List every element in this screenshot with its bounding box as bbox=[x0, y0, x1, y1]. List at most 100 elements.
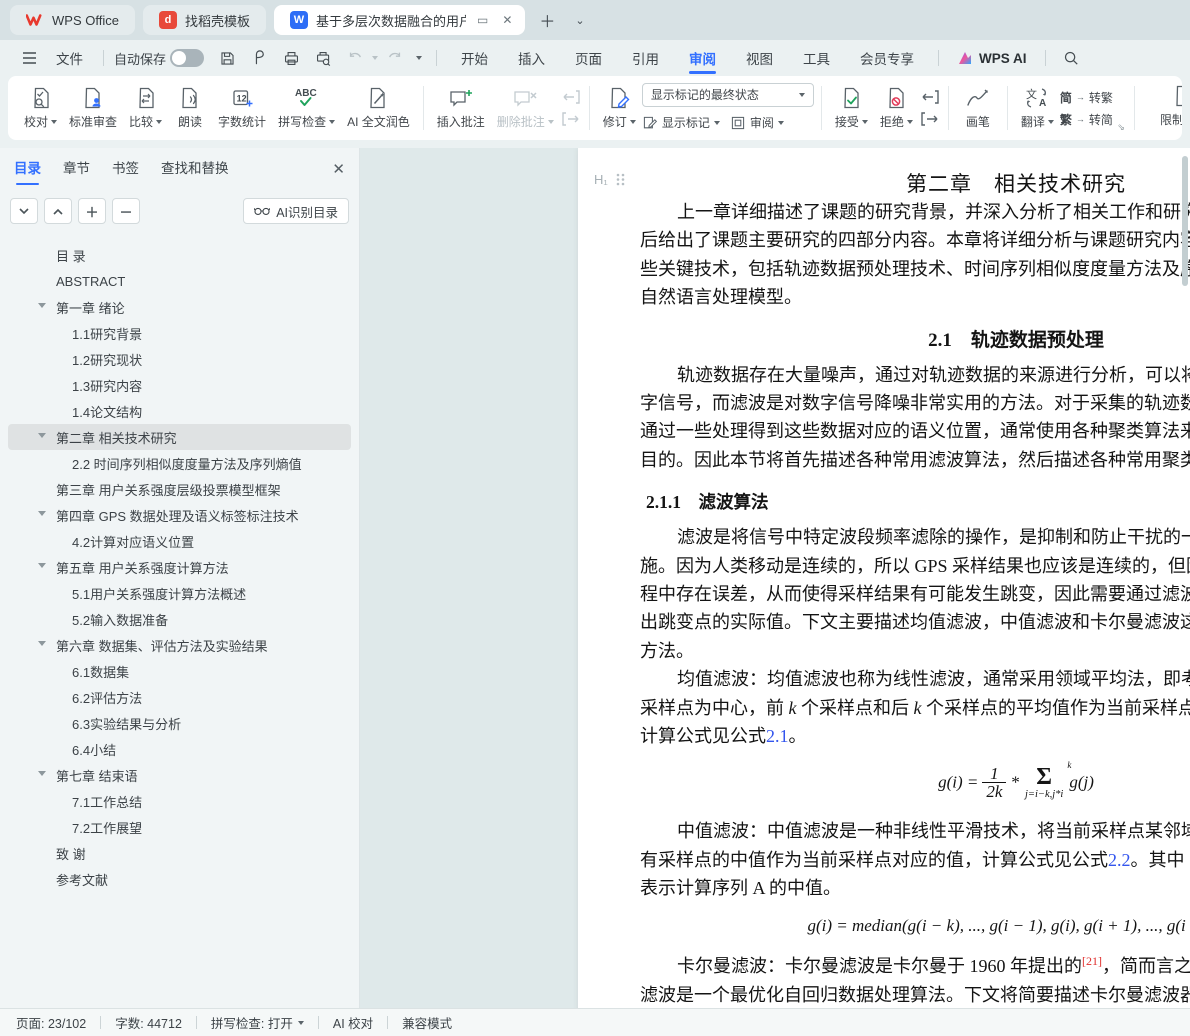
section-heading[interactable]: 2.1 轨迹数据预处理 bbox=[640, 325, 1190, 352]
restrict-editing-button[interactable]: 限制编辑 bbox=[1154, 82, 1182, 130]
toc-item[interactable]: 4.2计算对应语义位置 bbox=[8, 528, 351, 554]
menu-tab-review[interactable]: 审阅 bbox=[675, 43, 730, 73]
simplified-to-traditional-button[interactable]: 简→ 转繁 bbox=[1060, 89, 1113, 106]
tab-list-chevron-icon[interactable]: ⌄ bbox=[569, 14, 590, 27]
sidebar-tab-toc[interactable]: 目录 bbox=[14, 157, 41, 181]
toc-item[interactable]: 目 录 bbox=[8, 242, 351, 268]
search-icon[interactable] bbox=[1058, 46, 1084, 70]
document-text-line[interactable]: 采样点为中心，前 k 个采样点和后 k 个采样点的平均值作为当前采样点对 bbox=[640, 694, 1190, 722]
review-pane-button[interactable]: 审阅 bbox=[730, 112, 784, 134]
formula-reference-link[interactable]: 2.1 bbox=[766, 726, 789, 746]
toc-item[interactable]: 2.2 时间序列相似度度量方法及序列熵值 bbox=[8, 450, 351, 476]
document-text-line[interactable]: 程中存在误差，从而使得采样结果有可能发生跳变，因此需要通过滤波 bbox=[640, 580, 1190, 608]
word-count-button[interactable]: 12 字数统计 bbox=[212, 80, 272, 136]
chapter-title[interactable]: 第二章 相关技术研究 bbox=[640, 148, 1190, 198]
toc-item[interactable]: 6.3实验结果与分析 bbox=[8, 710, 351, 736]
show-markup-button[interactable]: 显示标记 bbox=[642, 112, 720, 134]
drag-handle-icon[interactable] bbox=[616, 173, 625, 186]
formula-2-2[interactable]: g(i) = median(g(i − k), ..., g(i − 1), g… bbox=[640, 916, 1190, 936]
toc-item[interactable]: 7.1工作总结 bbox=[8, 788, 351, 814]
expand-arrow-icon[interactable] bbox=[38, 433, 46, 438]
track-changes-button[interactable]: 修订 bbox=[597, 80, 642, 136]
toc-item[interactable]: 第三章 用户关系强度层级投票模型框架 bbox=[8, 476, 351, 502]
document-text-line[interactable]: 计算公式见公式2.1。 bbox=[640, 722, 1190, 750]
toc-item[interactable]: 第六章 数据集、评估方法及实验结果 bbox=[8, 632, 351, 658]
citation-reference[interactable]: [21] bbox=[1082, 954, 1102, 968]
document-text-line[interactable]: 滤波是将信号中特定波段频率滤除的操作，是抑制和防止干扰的一 bbox=[640, 523, 1190, 551]
spell-check-button[interactable]: ABC 拼写检查 bbox=[272, 80, 341, 136]
sidebar-close-icon[interactable]: ✕ bbox=[332, 160, 345, 178]
compare-button[interactable]: 比较 bbox=[123, 80, 168, 136]
ai-recognize-toc-button[interactable]: AI识别目录 bbox=[243, 198, 349, 224]
export-pdf-icon[interactable] bbox=[246, 46, 272, 70]
standard-review-button[interactable]: 标准审查 bbox=[63, 80, 123, 136]
document-text-line[interactable]: 轨迹数据存在大量噪声，通过对轨迹数据的来源进行分析，可以将 bbox=[640, 361, 1190, 389]
document-page[interactable]: H₁ 第二章 相关技术研究 上一章详细描述了课题的研究背景，并深入分析了相关工作… bbox=[578, 148, 1190, 1008]
toc-item[interactable]: 6.1数据集 bbox=[8, 658, 351, 684]
menu-file[interactable]: 文件 bbox=[46, 45, 93, 71]
subsection-heading[interactable]: 2.1.1 滤波算法 bbox=[640, 489, 1190, 514]
wps-ai-button[interactable]: WPS AI bbox=[949, 51, 1035, 66]
menu-tab-member[interactable]: 会员专享 bbox=[846, 43, 928, 73]
document-text-line[interactable]: 均值滤波：均值滤波也称为线性滤波，通常采用领域平均法，即考虑 bbox=[640, 665, 1190, 693]
document-text-line[interactable]: 目的。因此本节将首先描述各种常用滤波算法，然后描述各种常用聚类算 bbox=[640, 446, 1190, 474]
expand-arrow-icon[interactable] bbox=[38, 641, 46, 646]
toc-item[interactable]: 第一章 绪论 bbox=[8, 294, 351, 320]
page-indicator[interactable]: 页面: 23/102 bbox=[16, 1013, 86, 1032]
sidebar-tab-chapters[interactable]: 章节 bbox=[63, 157, 90, 181]
print-icon[interactable] bbox=[278, 46, 304, 70]
reject-change-button[interactable]: 拒绝 bbox=[874, 80, 919, 136]
toc-item[interactable]: 1.2研究现状 bbox=[8, 346, 351, 372]
document-text-line[interactable]: 出跳变点的实际值。下文主要描述均值滤波，中值滤波和卡尔曼滤波这 bbox=[640, 608, 1190, 636]
read-aloud-button[interactable]: 朗读 bbox=[168, 80, 212, 136]
tab-docer[interactable]: d 找稻壳模板 bbox=[143, 5, 266, 35]
toc-item[interactable]: 1.1研究背景 bbox=[8, 320, 351, 346]
expand-arrow-icon[interactable] bbox=[38, 563, 46, 568]
toc-item[interactable]: 7.2工作展望 bbox=[8, 814, 351, 840]
document-text-line[interactable]: 自然语言处理模型。 bbox=[640, 283, 1190, 311]
toc-zoom-out-button[interactable]: － bbox=[112, 198, 140, 224]
document-text-line[interactable]: 后给出了课题主要研究的四部分内容。本章将详细分析与课题研究内容 bbox=[640, 226, 1190, 254]
float-window-icon[interactable]: ▭ bbox=[474, 13, 491, 27]
insert-comment-button[interactable]: 插入批注 bbox=[431, 80, 491, 136]
toc-item[interactable]: 5.1用户关系强度计算方法概述 bbox=[8, 580, 351, 606]
document-text-line[interactable]: 滤波是一个最优化自回归数据处理算法。下文将简要描述卡尔曼滤波器 bbox=[640, 981, 1190, 1008]
previous-change-icon[interactable] bbox=[921, 90, 939, 104]
document-text-line[interactable]: 上一章详细描述了课题的研究背景，并深入分析了相关工作和研究 bbox=[640, 198, 1190, 226]
toc-item[interactable]: 1.3研究内容 bbox=[8, 372, 351, 398]
ai-polish-button[interactable]: AI 全文润色 bbox=[341, 80, 416, 136]
toc-item[interactable]: 第七章 结束语 bbox=[8, 762, 351, 788]
new-tab-button[interactable]: ＋ bbox=[533, 8, 561, 32]
markup-state-select[interactable]: 显示标记的最终状态 bbox=[642, 83, 814, 107]
document-text-line[interactable]: 方法。 bbox=[640, 637, 1190, 665]
expand-arrow-icon[interactable] bbox=[38, 771, 46, 776]
vertical-scrollbar[interactable] bbox=[1182, 156, 1188, 286]
sidebar-tab-find-replace[interactable]: 查找和替换 bbox=[161, 157, 229, 181]
tab-wps-home[interactable]: WPS Office bbox=[10, 5, 135, 35]
more-quick-tools-chevron-icon[interactable] bbox=[416, 56, 422, 60]
toc-item[interactable]: 6.2评估方法 bbox=[8, 684, 351, 710]
translate-group-expand-icon[interactable]: ⇘ bbox=[1117, 122, 1125, 133]
next-change-icon[interactable] bbox=[921, 112, 939, 126]
toc-item[interactable]: ABSTRACT bbox=[8, 268, 351, 294]
proofread-button[interactable]: 校对 bbox=[18, 80, 63, 136]
menu-tab-insert[interactable]: 插入 bbox=[504, 43, 559, 73]
menu-tab-reference[interactable]: 引用 bbox=[618, 43, 673, 73]
toc-item[interactable]: 第五章 用户关系强度计算方法 bbox=[8, 554, 351, 580]
save-icon[interactable] bbox=[214, 46, 240, 70]
toc-expand-down-button[interactable] bbox=[10, 198, 38, 224]
toc-item[interactable]: 参考文献 bbox=[8, 866, 351, 892]
expand-arrow-icon[interactable] bbox=[38, 303, 46, 308]
accept-change-button[interactable]: 接受 bbox=[829, 80, 874, 136]
toc-item[interactable]: 第二章 相关技术研究 bbox=[8, 424, 351, 450]
toc-zoom-in-button[interactable]: ＋ bbox=[78, 198, 106, 224]
toc-item[interactable]: 5.2输入数据准备 bbox=[8, 606, 351, 632]
document-text-line[interactable]: 字信号，而滤波是对数字信号降噪非常实用的方法。对于采集的轨迹数 bbox=[640, 389, 1190, 417]
document-text-line[interactable]: 卡尔曼滤波：卡尔曼滤波是卡尔曼于 1960 年提出的[21]，简而言之 bbox=[640, 952, 1190, 980]
autosave-toggle[interactable] bbox=[170, 49, 204, 67]
toc-item[interactable]: 第四章 GPS 数据处理及语义标签标注技术 bbox=[8, 502, 351, 528]
menu-tab-tools[interactable]: 工具 bbox=[789, 43, 844, 73]
traditional-to-simplified-button[interactable]: 繁→ 转简 bbox=[1060, 111, 1113, 128]
document-text-line[interactable]: 通过一些处理得到这些数据对应的语义位置，通常使用各种聚类算法来 bbox=[640, 417, 1190, 445]
toc-item[interactable]: 1.4论文结构 bbox=[8, 398, 351, 424]
